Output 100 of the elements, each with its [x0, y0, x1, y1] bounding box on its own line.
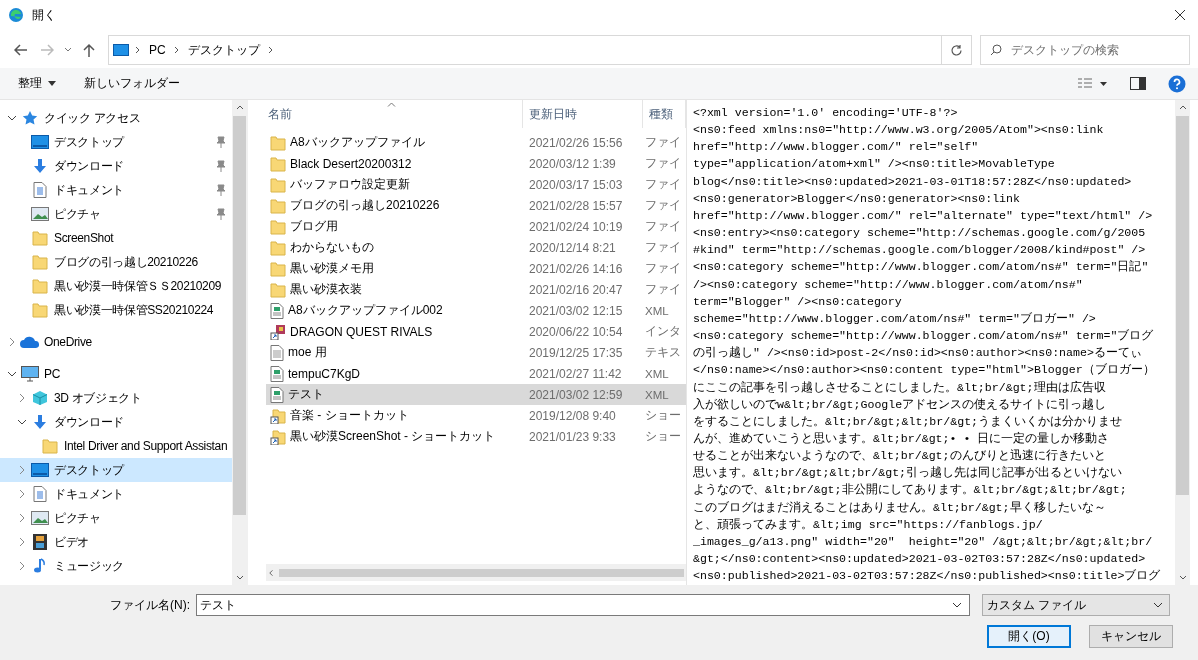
chevron-down-icon[interactable]: [17, 417, 27, 427]
folder-icon: [270, 176, 286, 193]
file-row[interactable]: 黒い砂漠メモ用 2021/02/26 14:16 ファイ: [266, 258, 686, 279]
down-arrow-icon: [32, 158, 48, 174]
chevron-icon: [135, 46, 141, 54]
preview-line: &gt;</ns0:content><ns0:updated>2021-03-02T03:57:28Z</ns0:updated>: [693, 551, 1147, 568]
folder-icon: [270, 218, 286, 235]
chevron-right-icon[interactable]: [17, 393, 27, 403]
file-type-dropdown[interactable]: カスタム ファイル: [982, 594, 1170, 616]
file-row[interactable]: tempuC7KgD 2021/02/27 11:42 XML: [266, 363, 686, 384]
back-icon[interactable]: [14, 44, 28, 56]
file-row[interactable]: テスト 2021/03/02 12:59 XML: [266, 384, 686, 405]
sidebar-item[interactable]: ビデオ: [0, 530, 232, 554]
scroll-up-icon[interactable]: [235, 104, 244, 110]
sidebar-item[interactable]: ScreenShot: [0, 226, 232, 250]
modified-date: 2021/02/26 14:16: [528, 261, 624, 276]
sidebar-item[interactable]: 3D オブジェクト: [0, 386, 232, 410]
sidebar-item[interactable]: ダウンロード: [0, 410, 232, 434]
organize-button[interactable]: 整理: [18, 73, 56, 94]
breadcrumb-item[interactable]: PC: [141, 43, 174, 57]
sidebar-item[interactable]: デスクトップ: [0, 458, 232, 482]
file-row[interactable]: moe 用 2019/12/25 17:35 テキス: [266, 342, 686, 363]
modified-date: 2021/02/27 11:42: [528, 366, 623, 381]
cancel-button[interactable]: キャンセル: [1089, 625, 1173, 648]
xml-file-icon: [270, 302, 284, 319]
vertical-scrollbar[interactable]: [232, 100, 247, 585]
file-row[interactable]: A8バックアップファイル 2021/02/26 15:56 ファイ: [266, 132, 686, 153]
caret-icon: [1153, 602, 1163, 608]
vertical-scrollbar[interactable]: [1175, 100, 1190, 585]
sidebar-item[interactable]: ミュージック: [0, 554, 232, 578]
file-type: ファイ: [644, 240, 681, 255]
preview-line: </ns0:name></ns0:author><ns0:content type="html">Blogger（ブロガー）: [693, 362, 1156, 379]
file-row[interactable]: 黒い砂漠ScreenShot - ショートカット 2021/01/23 9:33 ショー: [266, 426, 686, 447]
refresh-icon[interactable]: [950, 43, 963, 57]
preview-line: blog</ns0:title><ns0:updated>2021-03-01T18:57:28Z</ns0:updated>: [693, 173, 1133, 190]
sidebar-item[interactable]: ダウンロード: [0, 154, 232, 178]
file-row[interactable]: ブログの引っ越し20210226 2021/02/28 15:57 ファイ: [266, 195, 686, 216]
sidebar-item[interactable]: OneDrive: [0, 330, 232, 354]
new-folder-button[interactable]: 新しいフォルダー: [84, 73, 180, 94]
horizontal-scrollbar[interactable]: [266, 564, 686, 581]
address-bar[interactable]: PC デスクトップ: [108, 35, 972, 65]
open-button[interactable]: 開く(O): [987, 625, 1071, 648]
chevron-right-icon[interactable]: [7, 337, 17, 347]
modified-date: 2021/03/02 12:59: [528, 387, 624, 402]
chevron-right-icon[interactable]: [17, 465, 27, 475]
column-header[interactable]: 名前: [248, 100, 523, 128]
file-row[interactable]: 黒い砂漠衣装 2021/02/16 20:47 ファイ: [266, 279, 686, 300]
preview-pane-icon[interactable]: [1130, 77, 1146, 90]
file-row[interactable]: A8バックアップファイル002 2021/03/02 12:15 XML: [266, 300, 686, 321]
sidebar-item[interactable]: 黒い砂漠一時保管ＳＳ20210209: [0, 274, 232, 298]
file-type: ファイ: [644, 156, 681, 171]
file-type: テキス: [644, 345, 681, 360]
column-header[interactable]: 種類: [643, 100, 686, 128]
caret-icon[interactable]: [952, 602, 962, 608]
scroll-left-icon[interactable]: [268, 568, 274, 577]
view-options-icon[interactable]: [1078, 77, 1108, 90]
sidebar-item[interactable]: デスクトップ: [0, 130, 232, 154]
sort-caret-icon: [387, 102, 396, 107]
scroll-up-icon[interactable]: [1178, 104, 1187, 110]
sidebar-item[interactable]: PC: [0, 362, 232, 386]
preview-line: せることが出来ないようなので、&lt;br/&gt;のんびりと迅速に行きたいと: [693, 448, 1107, 465]
film-icon: [33, 534, 47, 550]
field-label: ファイル名(N):: [109, 596, 191, 614]
filename-field[interactable]: テスト: [196, 594, 970, 616]
up-arrow-icon[interactable]: [83, 43, 95, 57]
sidebar-item[interactable]: ドキュメント: [0, 482, 232, 506]
sidebar-item[interactable]: 黒い砂漠一時保管SS20210224: [0, 298, 232, 322]
file-row[interactable]: DRAGON QUEST RIVALS 2020/06/22 10:54 インタ: [266, 321, 686, 342]
folder-shortcut-icon: [270, 428, 286, 445]
sidebar-item[interactable]: Intel Driver and Support Assistan: [0, 434, 232, 458]
chevron-right-icon[interactable]: [17, 513, 27, 523]
chevron-down-icon[interactable]: [7, 113, 17, 123]
file-row[interactable]: バッファロウ設定更新 2020/03/17 15:03 ファイ: [266, 174, 686, 195]
column-header[interactable]: 更新日時: [523, 100, 643, 128]
help-icon[interactable]: [1168, 74, 1186, 93]
file-row[interactable]: ブログ用 2021/02/24 10:19 ファイ: [266, 216, 686, 237]
search-field[interactable]: デスクトップの検索: [980, 35, 1190, 65]
sidebar-item[interactable]: クイック アクセス: [0, 106, 232, 130]
modified-date: 2021/01/23 9:33: [528, 429, 617, 444]
file-type: ファイ: [644, 219, 681, 234]
chevron-right-icon[interactable]: [17, 489, 27, 499]
breadcrumb-item[interactable]: デスクトップ: [179, 41, 268, 59]
chevron-down-icon[interactable]: [7, 369, 17, 379]
file-name: 黒い砂漠メモ用: [290, 260, 374, 277]
scroll-down-icon[interactable]: [1178, 575, 1187, 581]
file-type: ファイ: [644, 261, 681, 276]
sidebar-item[interactable]: ブログの引っ越し20210226: [0, 250, 232, 274]
file-type: XML: [644, 367, 670, 380]
sidebar-item[interactable]: ピクチャ: [0, 202, 232, 226]
sidebar-item[interactable]: ドキュメント: [0, 178, 232, 202]
sidebar-item[interactable]: ピクチャ: [0, 506, 232, 530]
scroll-down-icon[interactable]: [235, 575, 244, 581]
chevron-right-icon[interactable]: [17, 537, 27, 547]
modified-date: 2020/06/22 10:54: [528, 324, 624, 339]
close-icon[interactable]: [1174, 9, 1186, 21]
file-row[interactable]: Black Desert20200312 2020/03/12 1:39 ファイ: [266, 153, 686, 174]
file-row[interactable]: 音楽 - ショートカット 2019/12/08 9:40 ショー: [266, 405, 686, 426]
file-row[interactable]: わからないもの 2020/12/14 8:21 ファイ: [266, 237, 686, 258]
preview-line: href="http://www.blogger.com/" rel="self": [693, 139, 980, 156]
chevron-right-icon[interactable]: [17, 561, 27, 571]
